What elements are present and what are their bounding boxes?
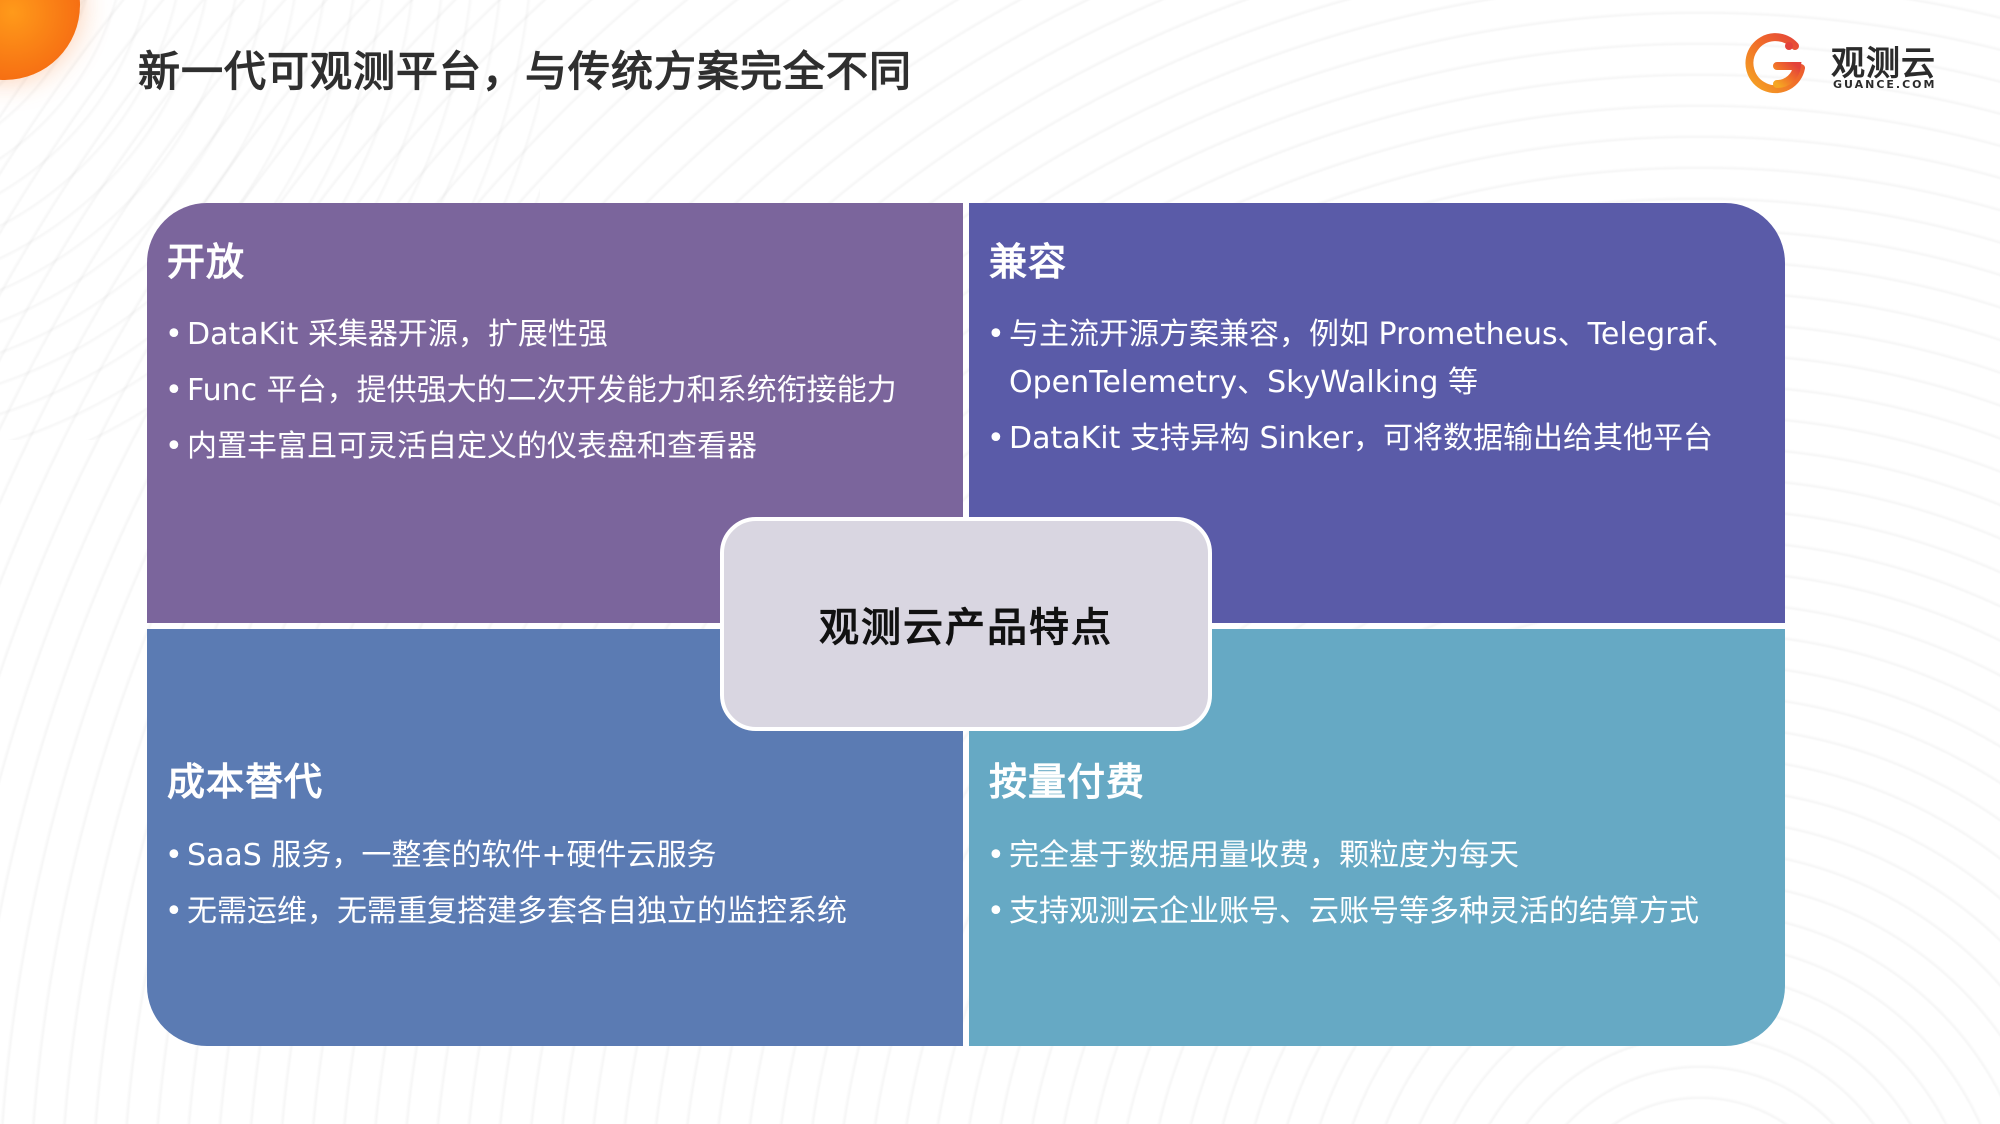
list-item: • Func 平台，提供强大的二次开发能力和系统衔接能力 (165, 367, 977, 415)
list-item-text: 支持观测云企业账号、云账号等多种灵活的结算方式 (1009, 894, 1699, 929)
list-item: • SaaS 服务，一整套的软件+硬件云服务 (165, 832, 977, 880)
quadrant-heading: 成本替代 (167, 760, 324, 804)
list-item: • 内置丰富且可灵活自定义的仪表盘和查看器 (165, 423, 977, 471)
list-item-text: 与主流开源方案兼容，例如 Prometheus、Telegraf、OpenTel… (1009, 317, 1737, 400)
center-label: 观测云产品特点 (819, 605, 1113, 651)
page-title: 新一代可观测平台，与传统方案完全不同 (138, 47, 913, 96)
guance-logo-icon (1745, 33, 1805, 94)
bullet-icon: • (165, 894, 183, 929)
brand-logo: 观测云 GUANCE.COM (1745, 30, 1965, 100)
center-box: 观测云产品特点 (720, 517, 1212, 731)
bullet-icon: • (165, 838, 183, 873)
list-item-text: DataKit 支持异构 Sinker，可将数据输出给其他平台 (1009, 421, 1713, 456)
quadrant-list: • 与主流开源方案兼容，例如 Prometheus、Telegraf、OpenTe… (987, 311, 1785, 471)
list-item-text: 内置丰富且可灵活自定义的仪表盘和查看器 (187, 429, 757, 464)
bullet-icon: • (987, 838, 1005, 873)
bullet-icon: • (987, 317, 1005, 352)
sun-decoration (0, 0, 80, 80)
quadrant-list: • 完全基于数据用量收费，颗粒度为每天 • 支持观测云企业账号、云账号等多种灵活的结… (987, 832, 1785, 944)
list-item: • 完全基于数据用量收费，颗粒度为每天 (987, 832, 1785, 880)
list-item-text: SaaS 服务，一整套的软件+硬件云服务 (187, 838, 717, 873)
list-item-text: 完全基于数据用量收费，颗粒度为每天 (1009, 838, 1519, 873)
quadrant-list: • SaaS 服务，一整套的软件+硬件云服务 • 无需运维，无需重复搭建多套各自独立… (165, 832, 977, 944)
list-item-text: Func 平台，提供强大的二次开发能力和系统衔接能力 (187, 373, 897, 408)
bullet-icon: • (165, 373, 183, 408)
logo-domain: GUANCE.COM (1833, 78, 1937, 91)
slide: 新一代可观测平台，与传统方案完全不同 观测云 GUANCE.COM 开放 • Da… (0, 0, 2000, 1124)
list-item-text: 无需运维，无需重复搭建多套各自独立的监控系统 (187, 894, 847, 929)
list-item: • 无需运维，无需重复搭建多套各自独立的监控系统 (165, 888, 977, 936)
bullet-icon: • (165, 429, 183, 464)
bullet-icon: • (987, 421, 1005, 456)
quadrant-list: • DataKit 采集器开源，扩展性强 • Func 平台，提供强大的二次开发能力… (165, 311, 977, 479)
list-item: • 与主流开源方案兼容，例如 Prometheus、Telegraf、OpenTe… (987, 311, 1785, 407)
quadrant-heading: 兼容 (989, 240, 1068, 284)
list-item: • 支持观测云企业账号、云账号等多种灵活的结算方式 (987, 888, 1785, 936)
quadrant-heading: 开放 (167, 240, 246, 284)
list-item: • DataKit 采集器开源，扩展性强 (165, 311, 977, 359)
bullet-icon: • (165, 317, 183, 352)
list-item: • DataKit 支持异构 Sinker，可将数据输出给其他平台 (987, 415, 1785, 463)
bullet-icon: • (987, 894, 1005, 929)
quadrant-heading: 按量付费 (989, 760, 1146, 804)
list-item-text: DataKit 采集器开源，扩展性强 (187, 317, 608, 352)
